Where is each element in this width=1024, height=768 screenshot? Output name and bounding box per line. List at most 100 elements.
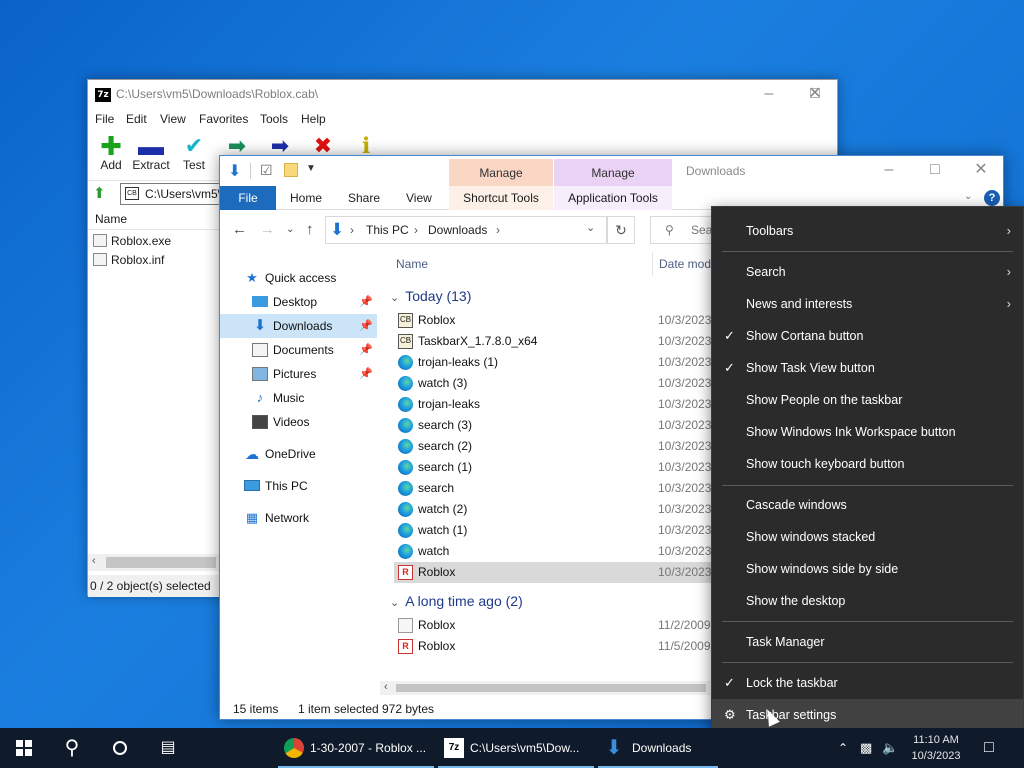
scroll-left-icon[interactable]: ‹ [384, 681, 388, 693]
test-button[interactable]: ✔ Test [171, 134, 217, 178]
task-view-button[interactable]: ▤ [144, 728, 192, 768]
start-button[interactable] [0, 728, 48, 768]
sidebar-item-downloads[interactable]: ⬇ Downloads 📌 [220, 314, 377, 338]
tab-shortcut-tools[interactable]: Shortcut Tools [449, 186, 553, 210]
maximize-button[interactable]: □ [912, 156, 958, 186]
tab-view[interactable]: View [406, 191, 432, 205]
menu-item-cortana[interactable]: ✓ Show Cortana button [712, 320, 1023, 352]
menu-item-task-view[interactable]: ✓ Show Task View button [712, 352, 1023, 384]
scroll-left-icon[interactable]: ‹ [92, 555, 96, 567]
forward-icon[interactable]: → [260, 221, 275, 238]
back-icon[interactable]: ← [232, 221, 247, 238]
minimize-button[interactable]: – [746, 80, 792, 110]
address-bar[interactable]: ⬇ › This PC › Downloads › ⌄ [325, 216, 607, 244]
taskbar-app-7zip[interactable]: 7z C:\Users\vm5\Dow... [438, 728, 594, 768]
table-row[interactable]: watch (1) 10/3/2023 [394, 520, 712, 541]
menu-item-side-by-side[interactable]: Show windows side by side [712, 553, 1023, 585]
tab-home[interactable]: Home [290, 191, 322, 205]
table-row[interactable]: trojan-leaks 10/3/2023 [394, 394, 712, 415]
table-row[interactable]: search (1) 10/3/2023 [394, 457, 712, 478]
new-folder-icon[interactable] [284, 163, 298, 177]
ribbon-expand-icon[interactable]: ⌄ [964, 191, 972, 202]
menu-item-news[interactable]: News and interests › [712, 288, 1023, 320]
table-row[interactable]: search (3) 10/3/2023 [394, 415, 712, 436]
group-header-today[interactable]: ⌄ Today (13) [390, 285, 471, 307]
breadcrumb-this-pc[interactable]: This PC [366, 223, 409, 237]
sidebar-item-network[interactable]: ▦ Network [220, 506, 377, 530]
menu-item-taskbar-settings[interactable]: ⚙ Taskbar settings [712, 699, 1023, 731]
column-header-name[interactable]: Name [88, 208, 221, 230]
table-row[interactable]: CB TaskbarX_1.7.8.0_x64 10/3/2023 [394, 331, 712, 352]
sidebar-item-onedrive[interactable]: ☁ OneDrive [220, 442, 377, 466]
table-row[interactable]: trojan-leaks (1) 10/3/2023 [394, 352, 712, 373]
extract-button[interactable]: ▬ Extract [128, 133, 174, 178]
7zip-horizontal-scrollbar[interactable]: ‹ [88, 554, 221, 571]
tab-application-tools[interactable]: Application Tools [554, 186, 672, 210]
menu-view[interactable]: View [160, 112, 186, 126]
menu-tools[interactable]: Tools [260, 112, 288, 126]
tray-overflow-icon[interactable]: ⌃ [838, 728, 848, 768]
recent-locations-icon[interactable]: ⌄ [286, 224, 294, 235]
explorer-horizontal-scrollbar[interactable]: ‹ [380, 681, 710, 695]
help-icon[interactable]: ? [984, 190, 1000, 206]
network-icon[interactable]: ▩ [860, 728, 872, 768]
sidebar-item-videos[interactable]: Videos [220, 410, 377, 434]
table-row[interactable]: R Roblox 11/5/2009 [394, 636, 712, 657]
menu-item-toolbars[interactable]: Toolbars › [712, 215, 1023, 247]
pin-icon[interactable]: 📌 [359, 314, 373, 338]
table-row[interactable]: watch 10/3/2023 [394, 541, 712, 562]
list-item[interactable]: Roblox.inf [93, 251, 164, 269]
breadcrumb-downloads[interactable]: Downloads [428, 223, 487, 237]
menu-file[interactable]: File [95, 112, 114, 126]
taskbar-clock[interactable]: 11:10 AM 10/3/2023 [902, 732, 970, 764]
close-button[interactable]: ✕ [958, 156, 1004, 186]
properties-icon[interactable]: ☑ [260, 162, 273, 179]
column-header-date[interactable]: Date modi [652, 252, 714, 276]
menu-item-lock-taskbar[interactable]: ✓ Lock the taskbar [712, 667, 1023, 699]
sidebar-item-pictures[interactable]: Pictures 📌 [220, 362, 377, 386]
pin-icon[interactable]: 📌 [359, 290, 373, 314]
sidebar-item-documents[interactable]: Documents 📌 [220, 338, 377, 362]
up-folder-icon[interactable]: ⬆ [93, 184, 106, 202]
table-row[interactable]: search 10/3/2023 [394, 478, 712, 499]
search-button[interactable]: ⚲ [48, 728, 96, 768]
table-row[interactable]: Roblox 11/2/2009 [394, 615, 712, 636]
menu-favorites[interactable]: Favorites [199, 112, 248, 126]
table-row[interactable]: watch (2) 10/3/2023 [394, 499, 712, 520]
sidebar-item-quick-access[interactable]: ★ Quick access [220, 266, 377, 290]
menu-edit[interactable]: Edit [126, 112, 147, 126]
menu-item-touch-keyboard[interactable]: Show touch keyboard button [712, 448, 1023, 480]
explorer-titlebar[interactable]: ⬇ ☑ ▼ Manage Manage Downloads – □ ✕ [220, 156, 1004, 187]
menu-item-cascade[interactable]: Cascade windows [712, 489, 1023, 521]
list-item[interactable]: Roblox.exe [93, 232, 171, 250]
refresh-button[interactable]: ↻ [607, 216, 635, 244]
group-header-long-ago[interactable]: ⌄ A long time ago (2) [390, 590, 523, 612]
menu-item-stacked[interactable]: Show windows stacked [712, 521, 1023, 553]
notification-icon[interactable]: □ [984, 728, 994, 768]
pin-icon[interactable]: 📌 [359, 362, 373, 386]
sidebar-item-this-pc[interactable]: This PC [220, 474, 377, 498]
minimize-button[interactable]: – [866, 156, 912, 186]
chevron-down-icon[interactable]: ⌄ [586, 221, 595, 234]
taskbar-app-downloads[interactable]: ⬇ Downloads [598, 728, 718, 768]
menu-item-ink-workspace[interactable]: Show Windows Ink Workspace button [712, 416, 1023, 448]
cortana-button[interactable] [96, 728, 144, 768]
7zip-titlebar[interactable]: 7z C:\Users\vm5\Downloads\Roblox.cab\ – … [88, 80, 837, 110]
menu-item-people[interactable]: Show People on the taskbar [712, 384, 1023, 416]
sidebar-item-desktop[interactable]: Desktop 📌 [220, 290, 377, 314]
taskbar-app-chrome[interactable]: 1-30-2007 - Roblox ... [278, 728, 434, 768]
table-row[interactable]: watch (3) 10/3/2023 [394, 373, 712, 394]
table-row[interactable]: search (2) 10/3/2023 [394, 436, 712, 457]
table-row[interactable]: CB Roblox 10/3/2023 [394, 310, 712, 331]
tab-share[interactable]: Share [348, 191, 380, 205]
up-icon[interactable]: ↑ [306, 221, 314, 238]
menu-item-search[interactable]: Search › [712, 256, 1023, 288]
scroll-thumb[interactable] [106, 557, 216, 568]
table-row[interactable]: R Roblox 10/3/2023 [394, 562, 712, 583]
download-icon[interactable]: ⬇ [228, 161, 241, 181]
scroll-thumb[interactable] [396, 684, 706, 692]
sidebar-item-music[interactable]: ♪ Music [220, 386, 377, 410]
volume-icon[interactable]: 🔈 [882, 728, 898, 768]
column-header-name[interactable]: Name [396, 252, 428, 276]
tab-file[interactable]: File [220, 186, 276, 210]
